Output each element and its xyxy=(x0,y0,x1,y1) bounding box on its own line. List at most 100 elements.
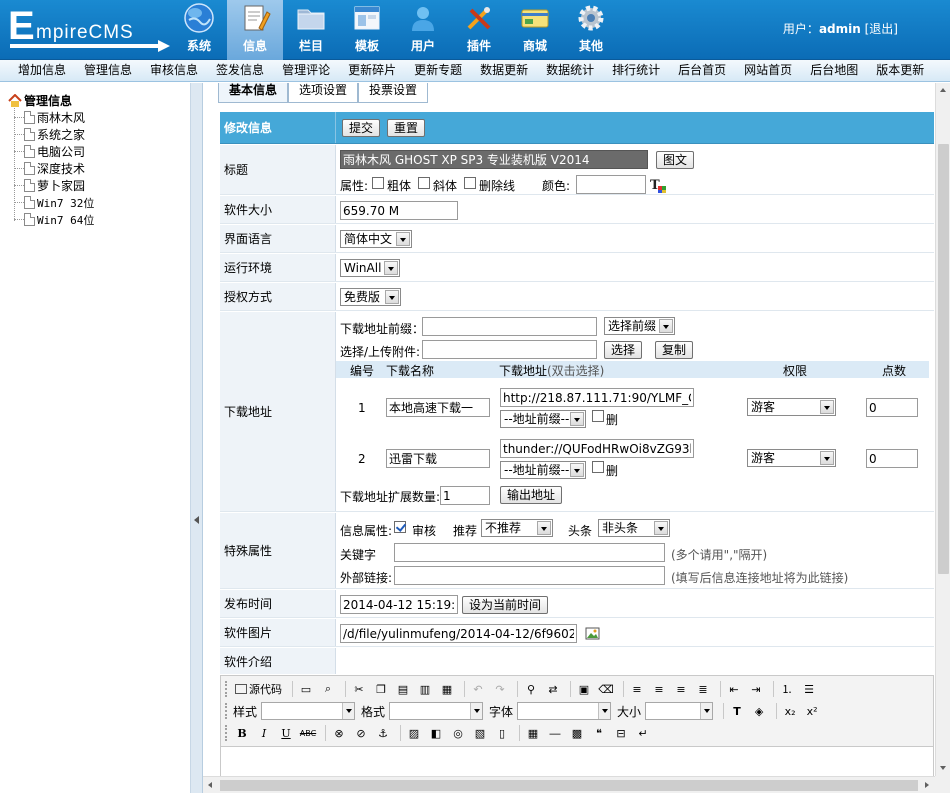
align-center-icon[interactable]: ≡ xyxy=(650,680,668,698)
audit-checkbox[interactable] xyxy=(394,521,406,533)
flash-icon[interactable]: ◧ xyxy=(427,724,445,742)
sidebar-splitter[interactable] xyxy=(191,83,203,793)
link-icon[interactable]: ⊗ xyxy=(330,724,348,742)
underline-icon[interactable]: U xyxy=(277,724,295,742)
empirecms-logo[interactable]: E mpireCMS xyxy=(8,6,170,52)
align-right-icon[interactable]: ≡ xyxy=(672,680,690,698)
dl-points-input[interactable] xyxy=(866,449,918,468)
topnav-plugin[interactable]: 插件 xyxy=(451,0,507,60)
env-select[interactable]: WinAll xyxy=(340,259,400,277)
align-justify-icon[interactable]: ≣ xyxy=(694,680,712,698)
logout-link[interactable]: [退出] xyxy=(865,22,898,36)
sidebar-item-shendujishu[interactable]: 深度技术 xyxy=(14,160,85,177)
menu-update-topics[interactable]: 更新专题 xyxy=(405,60,471,81)
ext-count-input[interactable] xyxy=(440,486,490,505)
undo-icon[interactable]: ↶ xyxy=(469,680,487,698)
collapse-arrow-icon[interactable] xyxy=(194,516,199,524)
upload-input[interactable] xyxy=(422,340,597,359)
menu-manage-info[interactable]: 管理信息 xyxy=(75,60,141,81)
paste-text-icon[interactable]: ▥ xyxy=(416,680,434,698)
unordered-list-icon[interactable]: ☰ xyxy=(800,680,818,698)
indent-icon[interactable]: ⇥ xyxy=(747,680,765,698)
preview-icon[interactable]: ⌕ xyxy=(319,680,337,698)
paste-icon[interactable]: ▤ xyxy=(394,680,412,698)
dl-url-input[interactable] xyxy=(500,439,694,458)
external-link-input[interactable] xyxy=(394,566,665,585)
select-all-icon[interactable]: ▣ xyxy=(575,680,593,698)
unlink-icon[interactable]: ⊘ xyxy=(352,724,370,742)
template-icon[interactable]: ↵ xyxy=(634,724,652,742)
vertical-scrollbar[interactable] xyxy=(935,83,950,776)
size-combo[interactable] xyxy=(645,702,714,720)
vertical-scroll-thumb[interactable] xyxy=(938,144,949,574)
menu-version-update[interactable]: 版本更新 xyxy=(867,60,933,81)
italic-icon[interactable]: I xyxy=(255,724,273,742)
save-icon[interactable]: ▭ xyxy=(297,680,315,698)
source-code-button[interactable]: 源代码 xyxy=(233,680,284,698)
tab-vote[interactable]: 投票设置 xyxy=(358,83,429,103)
horizontal-scrollbar[interactable] xyxy=(203,776,935,793)
image-browse-icon[interactable] xyxy=(585,626,601,641)
topnav-system[interactable]: 系统 xyxy=(171,0,227,60)
menu-admin-home[interactable]: 后台首页 xyxy=(669,60,735,81)
strike-checkbox[interactable] xyxy=(464,177,476,189)
dl-perm-select[interactable]: 游客 xyxy=(747,398,836,416)
menu-update-fragments[interactable]: 更新碎片 xyxy=(339,60,405,81)
strikethrough-icon[interactable]: ABC xyxy=(299,724,317,742)
cut-icon[interactable]: ✂ xyxy=(350,680,368,698)
bold-icon[interactable]: B xyxy=(233,724,251,742)
scroll-left-icon[interactable] xyxy=(203,777,218,793)
topnav-user[interactable]: 用户 xyxy=(395,0,451,60)
sidebar-item-win7-32[interactable]: Win7 32位 xyxy=(14,194,94,211)
topnav-other[interactable]: 其他 xyxy=(563,0,619,60)
format-combo[interactable] xyxy=(389,702,484,720)
sidebar-item-xitongzhijia[interactable]: 系统之家 xyxy=(14,126,85,143)
align-left-icon[interactable]: ≡ xyxy=(628,680,646,698)
dl-prefix-select[interactable]: --地址前缀-- xyxy=(500,461,586,479)
color-input[interactable] xyxy=(576,175,646,194)
tree-root[interactable]: 管理信息 xyxy=(8,92,72,109)
color-picker-icon[interactable]: T xyxy=(650,177,666,193)
menu-admin-map[interactable]: 后台地图 xyxy=(801,60,867,81)
topnav-shop[interactable]: 商城 xyxy=(507,0,563,60)
media-icon[interactable]: ◎ xyxy=(449,724,467,742)
smiley-icon[interactable]: ▩ xyxy=(568,724,586,742)
replace-icon[interactable]: ⇄ xyxy=(544,680,562,698)
new-page-icon[interactable]: ▯ xyxy=(493,724,511,742)
pic-text-button[interactable]: 图文 xyxy=(656,151,695,169)
special-char-icon[interactable]: ❝ xyxy=(590,724,608,742)
sidebar-item-win7-64[interactable]: Win7 64位 xyxy=(14,211,94,228)
lang-select[interactable]: 简体中文 xyxy=(340,230,412,248)
file-icon[interactable]: ▧ xyxy=(471,724,489,742)
dl-url-input[interactable] xyxy=(500,388,694,407)
license-select[interactable]: 免费版 xyxy=(340,288,401,306)
size-input[interactable] xyxy=(340,201,458,220)
pubtime-input[interactable] xyxy=(340,595,458,614)
font-combo[interactable] xyxy=(517,702,612,720)
set-now-button[interactable]: 设为当前时间 xyxy=(462,596,549,614)
italic-checkbox[interactable] xyxy=(418,177,430,189)
menu-audit-info[interactable]: 审核信息 xyxy=(141,60,207,81)
scroll-right-icon[interactable] xyxy=(920,777,935,793)
horizontal-rule-icon[interactable]: ― xyxy=(546,724,564,742)
reset-button[interactable]: 重置 xyxy=(387,119,426,137)
keyword-input[interactable] xyxy=(394,543,665,562)
pic-input[interactable] xyxy=(340,624,577,643)
sidebar-item-yulinmufeng[interactable]: 雨林木风 xyxy=(14,109,85,126)
tab-basic-info[interactable]: 基本信息 xyxy=(218,83,289,103)
outdent-icon[interactable]: ⇤ xyxy=(725,680,743,698)
table-icon[interactable]: ▦ xyxy=(524,724,542,742)
scroll-down-icon[interactable] xyxy=(936,761,950,776)
output-address-button[interactable]: 输出地址 xyxy=(500,486,563,504)
menu-sign-info[interactable]: 签发信息 xyxy=(207,60,273,81)
prefix-input[interactable] xyxy=(422,317,597,336)
bold-checkbox[interactable] xyxy=(372,177,384,189)
dl-name-input[interactable] xyxy=(386,398,490,417)
redo-icon[interactable]: ↷ xyxy=(491,680,509,698)
sidebar-item-luobojiayuan[interactable]: 萝卜家园 xyxy=(14,177,85,194)
dl-prefix-select[interactable]: --地址前缀-- xyxy=(500,410,586,428)
style-combo[interactable] xyxy=(261,702,356,720)
page-break-icon[interactable]: ⊟ xyxy=(612,724,630,742)
sidebar-item-diannaogongsi[interactable]: 电脑公司 xyxy=(14,143,85,160)
text-color-icon[interactable]: T xyxy=(728,702,746,720)
